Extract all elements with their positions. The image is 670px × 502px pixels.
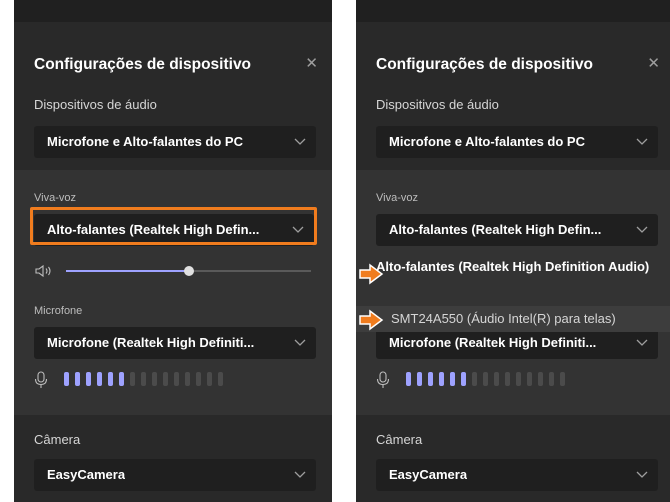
mic-level-bar — [218, 372, 223, 386]
mic-level-bar — [494, 372, 499, 386]
device-settings-panel-left: Configurações de dispositivo ✕ Dispositi… — [14, 0, 332, 502]
camera-dropdown[interactable]: EasyCamera — [34, 459, 316, 491]
close-icon[interactable]: ✕ — [305, 54, 318, 72]
dialog-title: Configurações de dispositivo — [34, 56, 252, 73]
mic-level-bar — [152, 372, 157, 386]
arrow-right-icon — [359, 309, 384, 331]
chevron-down-icon — [636, 226, 648, 233]
camera-label: Câmera — [34, 432, 81, 447]
audio-devices-dropdown[interactable]: Microfone e Alto-falantes do PC — [34, 126, 316, 158]
mic-level-bar — [86, 372, 91, 386]
speaker-label: Viva-voz — [376, 192, 418, 204]
dialog-title: Configurações de dispositivo — [376, 56, 594, 73]
mic-level-bar — [130, 372, 135, 386]
camera-label: Câmera — [376, 432, 423, 447]
mic-level-bar — [196, 372, 201, 386]
mic-level-meter — [64, 372, 223, 388]
mic-level-bar — [207, 372, 212, 386]
microphone-label: Microfone — [34, 305, 83, 317]
volume-slider[interactable] — [66, 266, 311, 276]
top-bar — [14, 0, 332, 22]
microphone-icon — [34, 371, 48, 388]
speaker-icon — [35, 264, 51, 278]
speaker-value: Alto-falantes (Realtek High Defin... — [389, 222, 602, 237]
mic-level-bar — [505, 372, 510, 386]
audio-devices-value: Microfone e Alto-falantes do PC — [47, 134, 243, 149]
audio-devices-dropdown[interactable]: Microfone e Alto-falantes do PC — [376, 126, 658, 158]
chevron-down-icon — [294, 339, 306, 346]
arrow-right-icon — [359, 263, 384, 285]
mic-level-bar — [417, 372, 422, 386]
mic-level-bar — [461, 372, 466, 386]
camera-value: EasyCamera — [47, 467, 126, 482]
speaker-option-smt24a550-label: SMT24A550 (Áudio Intel(R) para telas) — [391, 311, 616, 326]
speaker-option-smt24a550[interactable]: SMT24A550 (Áudio Intel(R) para telas) — [356, 306, 670, 332]
speaker-label: Viva-voz — [34, 192, 76, 204]
mic-level-bar — [450, 372, 455, 386]
mic-level-bar — [163, 372, 168, 386]
close-icon[interactable]: ✕ — [647, 54, 660, 72]
volume-slider-knob[interactable] — [183, 266, 194, 276]
speaker-highlight — [30, 207, 317, 245]
mic-level-bar — [527, 372, 532, 386]
audio-devices-value: Microfone e Alto-falantes do PC — [389, 134, 585, 149]
mic-level-bar — [472, 372, 477, 386]
audio-devices-label: Dispositivos de áudio — [34, 97, 157, 112]
mic-level-bar — [97, 372, 102, 386]
mic-level-bar — [64, 372, 69, 386]
microphone-icon — [376, 371, 390, 388]
device-settings-panel-right: Configurações de dispositivo ✕ Dispositi… — [356, 0, 670, 502]
mic-level-bar — [75, 372, 80, 386]
volume-slider-fill — [66, 270, 189, 272]
speaker-dropdown[interactable]: Alto-falantes (Realtek High Defin... — [376, 214, 658, 246]
mic-level-bar — [406, 372, 411, 386]
speaker-option-realtek[interactable]: Alto-falantes (Realtek High Definition A… — [376, 258, 666, 275]
mic-level-bar — [174, 372, 179, 386]
microphone-value: Microfone (Realtek High Definiti... — [47, 335, 255, 350]
audio-devices-label: Dispositivos de áudio — [376, 97, 499, 112]
mic-level-bar — [560, 372, 565, 386]
mic-level-bar — [185, 372, 190, 386]
mic-level-bar — [439, 372, 444, 386]
mic-level-bar — [549, 372, 554, 386]
mic-level-bar — [483, 372, 488, 386]
camera-value: EasyCamera — [389, 467, 468, 482]
mic-level-bar — [428, 372, 433, 386]
mic-level-bar — [108, 372, 113, 386]
mic-level-bar — [516, 372, 521, 386]
top-bar — [356, 0, 670, 22]
chevron-down-icon — [636, 138, 648, 145]
chevron-down-icon — [294, 138, 306, 145]
chevron-down-icon — [636, 471, 648, 478]
chevron-down-icon — [294, 471, 306, 478]
mic-level-bar — [141, 372, 146, 386]
mic-level-bar — [119, 372, 124, 386]
mic-level-meter — [406, 372, 565, 388]
chevron-down-icon — [636, 339, 648, 346]
camera-dropdown[interactable]: EasyCamera — [376, 459, 658, 491]
microphone-dropdown[interactable]: Microfone (Realtek High Definiti... — [34, 327, 316, 359]
mic-level-bar — [538, 372, 543, 386]
